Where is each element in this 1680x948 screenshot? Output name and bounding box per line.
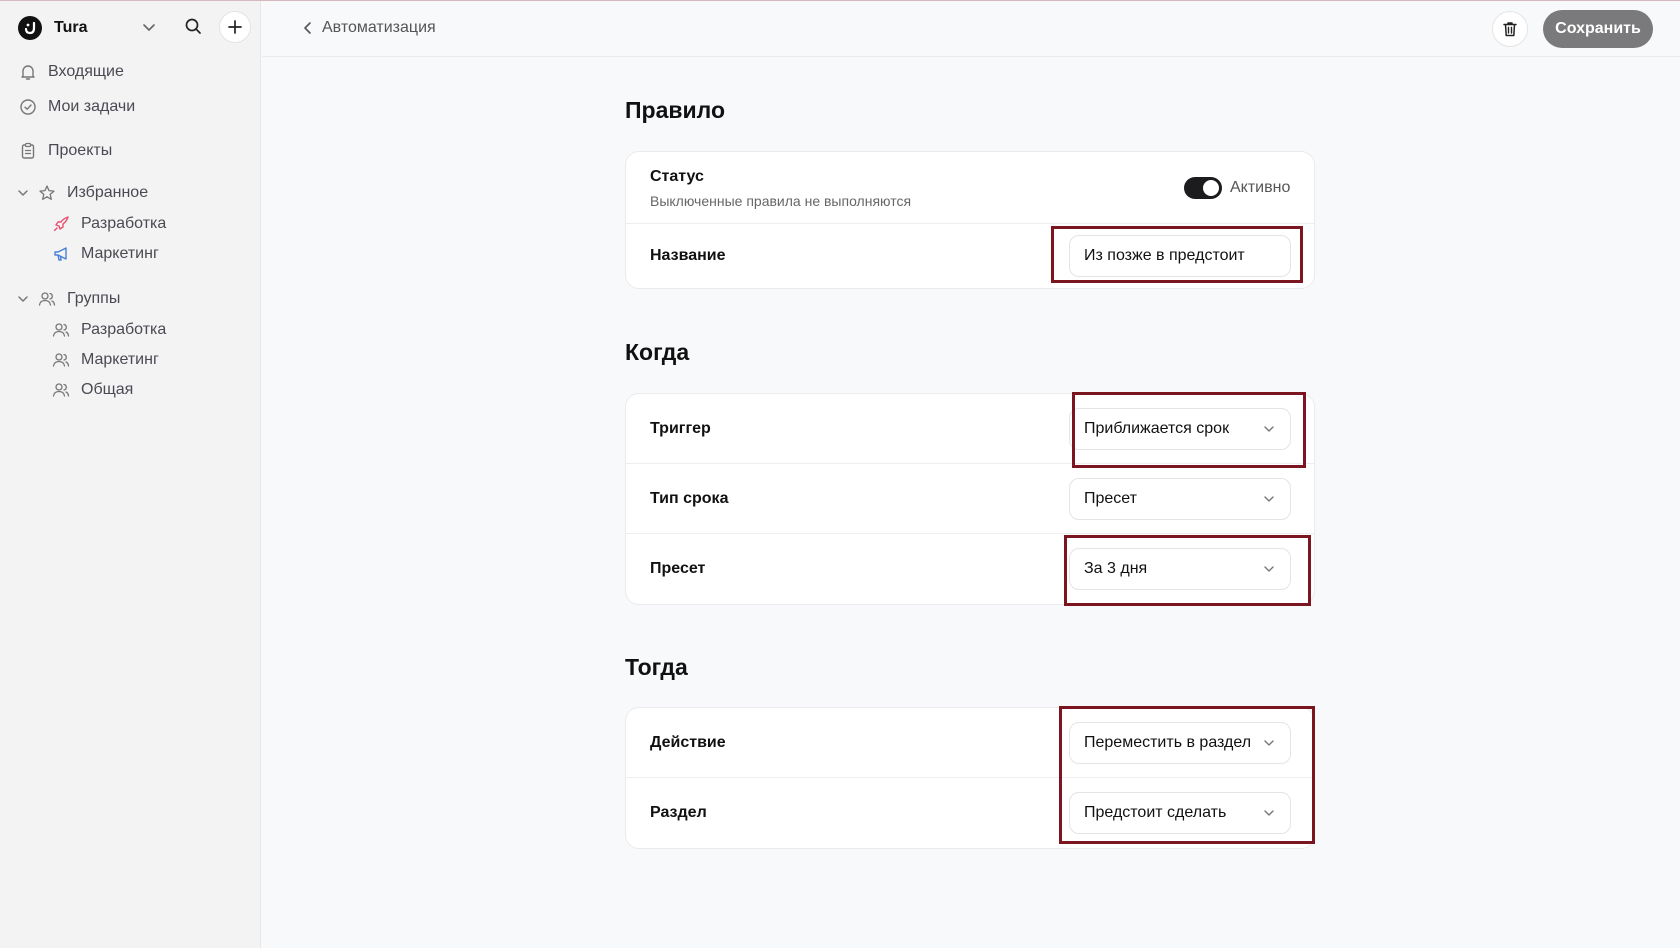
trigger-value: Приближается срок — [1084, 420, 1230, 437]
sidebar-section-label: Группы — [67, 290, 121, 307]
users-icon — [52, 353, 70, 367]
section-label: Раздел — [650, 804, 707, 821]
clipboard-icon — [21, 142, 35, 159]
search-icon[interactable] — [182, 15, 204, 37]
rocket-icon — [53, 216, 69, 232]
sidebar-item-favorite-marketing[interactable]: Маркетинг — [52, 245, 159, 263]
action-value: Переместить в раздел — [1084, 734, 1252, 751]
sidebar-item-label: Проекты — [48, 142, 113, 159]
save-button[interactable]: Сохранить — [1543, 10, 1653, 48]
star-icon — [39, 185, 55, 200]
back-link[interactable]: Автоматизация — [302, 19, 436, 37]
sidebar-section-favorites[interactable]: Избранное — [16, 184, 148, 202]
section-row: Раздел Предстоит сделать — [626, 778, 1314, 848]
status-label: Статус — [650, 168, 704, 185]
chevron-down-icon[interactable] — [140, 18, 158, 36]
rule-name-input[interactable]: Из позже в предстоит — [1069, 235, 1291, 277]
due-type-select[interactable]: Пресет — [1069, 478, 1291, 520]
when-card: Триггер Приближается срок Тип срока Прес… — [625, 393, 1315, 605]
action-select[interactable]: Переместить в раздел — [1069, 722, 1291, 764]
preset-label: Пресет — [650, 560, 706, 577]
workspace-name: Tura — [54, 19, 88, 36]
trash-icon — [1503, 22, 1517, 37]
due-type-label: Тип срока — [650, 489, 729, 507]
check-circle-icon — [20, 99, 36, 115]
chevron-down-icon — [1264, 740, 1274, 746]
sidebar-item-group-general[interactable]: Общая — [52, 381, 133, 399]
trigger-row: Триггер Приближается срок — [626, 394, 1314, 464]
chevron-down-icon — [1264, 426, 1274, 432]
section-select[interactable]: Предстоит сделать — [1069, 792, 1291, 834]
sidebar-section-label: Избранное — [67, 184, 149, 201]
sidebar-item-label: Разработка — [81, 321, 167, 338]
preset-value: За 3 дня — [1084, 560, 1148, 577]
chevron-down-icon — [18, 190, 28, 196]
chevron-down-icon — [1264, 496, 1274, 502]
chevron-down-icon — [18, 296, 28, 302]
chevron-down-icon — [1264, 810, 1274, 816]
sidebar-item-group-development[interactable]: Разработка — [52, 321, 166, 339]
sidebar-item-label: Разработка — [81, 215, 167, 232]
sidebar-item-inbox[interactable]: Входящие — [19, 63, 124, 81]
trigger-label: Триггер — [650, 419, 711, 437]
delete-button[interactable] — [1492, 11, 1528, 47]
section-title-rule: Правило — [625, 97, 726, 123]
sidebar-item-favorite-development[interactable]: Разработка — [52, 215, 166, 233]
sidebar-item-my-tasks[interactable]: Мои задачи — [19, 98, 135, 116]
section-title-then: Тогда — [625, 654, 688, 680]
preset-row: Пресет За 3 дня — [626, 534, 1314, 604]
sidebar-item-group-marketing[interactable]: Маркетинг — [52, 351, 159, 369]
section-value: Предстоит сделать — [1084, 804, 1227, 821]
rule-name-value: Из позже в предстоит — [1084, 247, 1245, 264]
sidebar-item-projects[interactable]: Проекты — [19, 142, 112, 160]
bell-icon — [21, 65, 35, 80]
due-type-value: Пресет — [1084, 490, 1137, 507]
trigger-select[interactable]: Приближается срок — [1069, 408, 1291, 450]
sidebar-item-label: Маркетинг — [81, 245, 159, 262]
breadcrumb: Автоматизация — [322, 19, 436, 36]
sidebar-item-label: Входящие — [48, 63, 124, 80]
chevron-down-icon — [1264, 566, 1274, 572]
users-icon — [38, 292, 56, 306]
chevron-left-icon — [304, 22, 311, 34]
users-icon — [52, 323, 70, 337]
rule-card: Статус Выключенные правила не выполняютс… — [625, 151, 1315, 289]
name-row: Название Из позже в предстоит — [626, 224, 1314, 288]
add-button[interactable] — [219, 11, 251, 43]
status-toggle[interactable] — [1184, 177, 1222, 199]
sidebar-item-label: Общая — [81, 381, 134, 398]
megaphone-icon — [54, 247, 67, 261]
users-icon — [52, 383, 70, 397]
section-title-when: Когда — [625, 339, 690, 365]
workspace-logo-icon — [18, 16, 42, 40]
action-row: Действие Переместить в раздел — [626, 708, 1314, 778]
toggle-knob — [1203, 180, 1219, 196]
sidebar-item-label: Маркетинг — [81, 351, 159, 368]
workspace-switcher[interactable]: Tura — [18, 15, 87, 41]
name-label: Название — [650, 247, 726, 264]
status-row: Статус Выключенные правила не выполняютс… — [626, 152, 1314, 224]
sidebar-section-groups[interactable]: Группы — [16, 290, 120, 308]
then-card: Действие Переместить в раздел Раздел Пре… — [625, 707, 1315, 849]
action-label: Действие — [650, 733, 726, 751]
sidebar: Tura Входящие Мои задачи Проекты Избранн… — [0, 1, 261, 948]
page-header: Автоматизация Сохранить — [262, 1, 1680, 57]
due-type-row: Тип срока Пресет — [626, 464, 1314, 534]
preset-select[interactable]: За 3 дня — [1069, 548, 1291, 590]
sidebar-item-label: Мои задачи — [48, 98, 136, 115]
status-value: Активно — [1230, 179, 1291, 196]
status-hint: Выключенные правила не выполняются — [650, 193, 912, 209]
